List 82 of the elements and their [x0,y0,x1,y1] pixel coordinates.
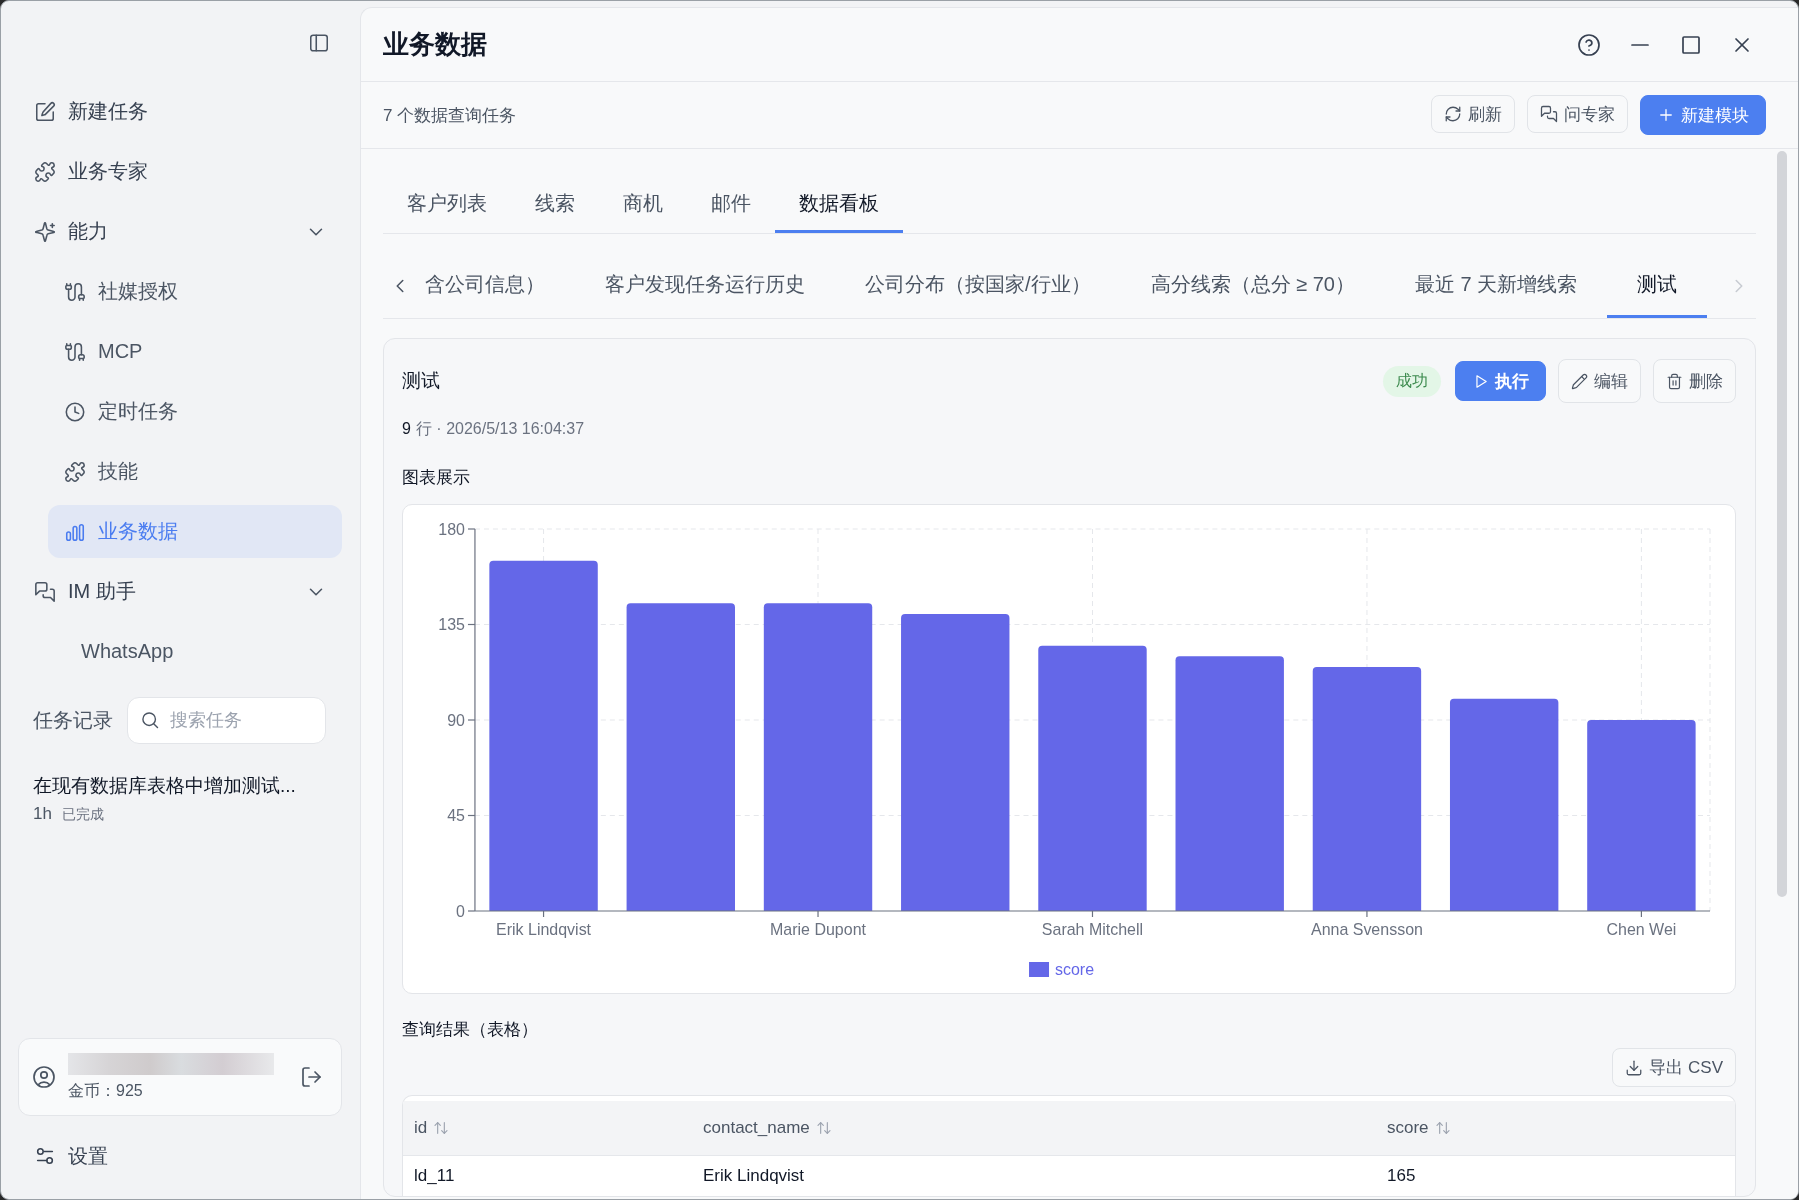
nav-item[interactable]: IM 助手 [18,565,342,618]
export-csv-button[interactable]: 导出 CSV [1612,1048,1736,1087]
axis-label: Marie Dupont [770,921,866,938]
pencil-square-icon [34,100,56,123]
nav-item[interactable]: 技能 [48,445,342,498]
nav-item[interactable]: 定时任务 [48,385,342,438]
download-icon [1625,1058,1644,1077]
legend-label: score [1055,961,1095,978]
tab[interactable]: 客户列表 [383,176,511,233]
nav-item[interactable]: 社媒授权 [48,265,342,318]
row-count: 9 [402,419,411,439]
axis-label: 135 [438,616,465,634]
run-button[interactable]: 执行 [1455,361,1546,401]
page-title: 业务数据 [383,28,487,61]
sort-arrows-icon [1434,1120,1451,1136]
tab[interactable]: 测试 [1607,254,1708,318]
axis-label: Sarah Mitchell [1041,921,1144,938]
run-time: 行 · 2026/5/13 16:04:37 [415,419,585,439]
table-cell: 165 [1387,1166,1416,1186]
nav-item[interactable]: 能力 [18,205,342,258]
axis-label: Chen Wei [1606,921,1677,938]
trash-icon [1666,372,1683,390]
refresh-button[interactable]: 刷新 [1431,95,1515,133]
table-cell: Erik Lindqvist [703,1166,805,1186]
nav-item[interactable]: 业务专家 [18,145,342,198]
pencil-icon [1571,372,1588,390]
task-count: 7 个数据查询任务 [383,104,517,127]
axis-label: 180 [438,521,465,538]
axis-label: 45 [447,807,465,825]
section-title: 图表展示 [402,467,471,489]
user-circle-icon [32,1065,56,1089]
tab[interactable]: 公司分布（按国家/行业） [835,254,1121,318]
axis-label: 90 [447,712,465,729]
sparkle-icon [34,220,56,243]
puzzle-icon [64,460,86,483]
settings-item[interactable]: 设置 [34,1136,108,1176]
settings-icon [34,1145,56,1167]
nav-item[interactable]: MCP [48,325,342,378]
edit-button[interactable]: 编辑 [1558,359,1641,403]
cable-icon [64,340,86,363]
cable-icon [64,280,86,303]
task-title[interactable]: 在现有数据库表格中增加测试... [33,774,348,798]
sidebar-panel-icon[interactable] [308,32,330,54]
task-age: 1h [33,804,52,824]
chat-bubbles-icon [1540,105,1558,123]
delete-button[interactable]: 删除 [1653,359,1736,403]
tab[interactable]: 最近 7 天新增线索 [1384,254,1608,318]
axis-label: 0 [456,903,465,920]
puzzle-icon [34,160,56,183]
task-status: 已完成 [61,806,104,824]
nav-item[interactable]: 新建任务 [18,85,342,138]
circular-arrows-icon [1444,105,1462,123]
tab[interactable]: 邮件 [687,176,775,233]
search-icon [140,710,160,730]
tab[interactable]: 线索 [511,176,599,233]
column-header[interactable]: id [403,1101,692,1155]
nav-item[interactable]: WhatsApp [48,625,342,678]
new-module-button[interactable]: 新建模块 [1640,95,1766,135]
tab[interactable]: 客户发现任务运行历史 [575,254,835,318]
sort-arrows-icon [433,1120,450,1136]
sort-arrows-icon [815,1120,832,1136]
chat-bubbles-icon [34,580,56,603]
axis-label: Anna Svensson [1311,921,1423,938]
column-header[interactable]: score [1376,1101,1735,1155]
tab[interactable]: 数据看板 [775,176,903,233]
table-cell: ld_11 [414,1166,455,1186]
tab[interactable]: 高分线索（总分 ≥ 70） [1120,254,1385,318]
section-title: 查询结果（表格） [402,1019,539,1041]
ask-expert-button[interactable]: 问专家 [1527,95,1628,133]
status-badge: 成功 [1383,365,1441,397]
axis-label: Erik Lindqvist [496,921,592,938]
tab[interactable]: 含公司信息） [417,254,575,318]
search-field[interactable]: 搜索任务 [127,697,326,744]
question-circle-icon[interactable] [1577,32,1601,57]
coin-balance: 金币：925 [68,1080,144,1101]
section-label: 任务记录 [33,708,113,733]
scrollbar-thumb[interactable] [1777,151,1787,897]
column-header[interactable]: contact_name [692,1101,1376,1155]
clock-icon [64,400,86,423]
card-title: 测试 [402,369,440,393]
tab[interactable]: 商机 [599,176,687,233]
plus-icon [1657,106,1675,124]
